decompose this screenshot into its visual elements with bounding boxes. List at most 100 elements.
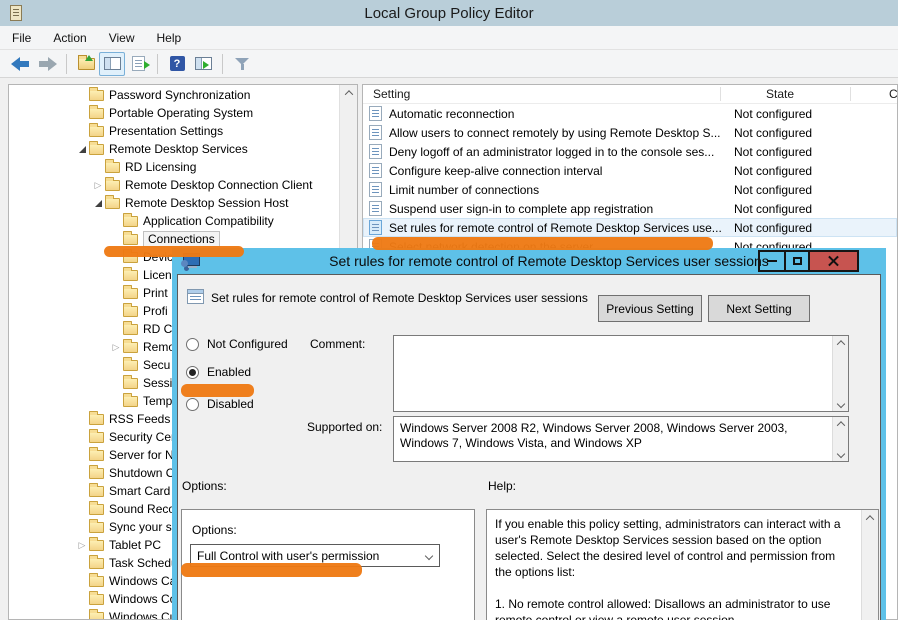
comment-scrollbar[interactable] (832, 336, 848, 411)
tree-item-remote-desktop-services[interactable]: Remote Desktop Services (9, 140, 338, 158)
back-button[interactable] (8, 52, 34, 76)
tree-item-remote-desktop-connection-client[interactable]: Remote Desktop Connection Client (9, 176, 338, 194)
radio-disabled[interactable]: Disabled (186, 396, 254, 412)
folder-icon (89, 540, 104, 551)
menu-view[interactable]: View (109, 31, 135, 45)
folder-icon (89, 594, 104, 605)
column-header-state[interactable]: State (766, 87, 794, 101)
scroll-up-button[interactable] (862, 510, 878, 526)
next-setting-button[interactable]: Next Setting (708, 295, 810, 322)
setting-row-automatic-reconnection[interactable]: Automatic reconnectionNot configured (363, 104, 897, 123)
radio-button-icon[interactable] (186, 398, 199, 411)
person-icon (181, 260, 188, 267)
comment-textbox[interactable] (393, 335, 849, 412)
close-button[interactable] (808, 252, 857, 270)
minimize-button[interactable] (760, 252, 784, 270)
expander-spacer (109, 268, 123, 282)
new-window-button[interactable] (190, 52, 216, 76)
filter-button[interactable] (229, 52, 255, 76)
folder-icon (123, 342, 138, 353)
setting-row-deny-logoff-of-an-administrator-logged-in-to-the-console-ses[interactable]: Deny logoff of an administrator logged i… (363, 142, 897, 161)
expanded-expander-icon[interactable] (91, 196, 105, 210)
chevron-up-icon (866, 515, 874, 523)
setting-name: Limit number of connections (389, 183, 539, 197)
folder-icon (89, 432, 104, 443)
column-separator[interactable] (720, 87, 721, 101)
tree-scroll-up-button[interactable] (340, 85, 357, 101)
tree-item-portable-operating-system[interactable]: Portable Operating System (9, 104, 338, 122)
column-header-comment[interactable]: C (889, 87, 898, 101)
setting-state: Not configured (734, 164, 812, 178)
folder-icon (123, 324, 138, 335)
expander-spacer (75, 610, 89, 620)
collapsed-expander-icon[interactable] (91, 178, 105, 192)
help-button[interactable] (164, 52, 190, 76)
tree-item-remote-desktop-session-host[interactable]: Remote Desktop Session Host (9, 194, 338, 212)
radio-button-icon[interactable] (186, 366, 199, 379)
collapsed-expander-icon[interactable] (75, 538, 89, 552)
dialog-window-controls (758, 250, 859, 272)
expander-spacer (109, 232, 123, 246)
setting-row-set-rules-for-remote-control-of-remote-desktop-services-use[interactable]: Set rules for remote control of Remote D… (363, 218, 897, 237)
tree-item-label: RSS Feeds (109, 412, 170, 426)
tree-item-password-synchronization[interactable]: Password Synchronization (9, 86, 338, 104)
dialog-title-bar[interactable]: Set rules for remote control of Remote D… (172, 248, 886, 274)
expanded-expander-icon[interactable] (75, 142, 89, 156)
setting-row-configure-keep-alive-connection-interval[interactable]: Configure keep-alive connection interval… (363, 161, 897, 180)
menu-file[interactable]: File (12, 31, 31, 45)
supported-on-scrollbar[interactable] (832, 417, 848, 461)
folder-icon (123, 360, 138, 371)
expander-spacer (75, 88, 89, 102)
tree-item-label: Shutdown O (109, 466, 175, 480)
menu-action[interactable]: Action (53, 31, 86, 45)
radio-enabled[interactable]: Enabled (186, 364, 251, 380)
radio-not-configured[interactable]: Not Configured (186, 336, 288, 352)
previous-setting-button[interactable]: Previous Setting (598, 295, 702, 322)
radio-button-icon[interactable] (186, 338, 199, 351)
folder-icon (89, 108, 104, 119)
folder-icon (105, 198, 120, 209)
tree-item-application-compatibility[interactable]: Application Compatibility (9, 212, 338, 230)
maximize-icon (793, 257, 802, 265)
tree-item-label: Sessi (143, 376, 172, 390)
folder-icon (105, 162, 120, 173)
scroll-up-button[interactable] (833, 336, 848, 350)
folder-icon (89, 612, 104, 620)
group-policy-scroll-icon (10, 5, 22, 21)
tree-item-presentation-settings[interactable]: Presentation Settings (9, 122, 338, 140)
tree-item-label: Sound Reco (109, 502, 175, 516)
help-section-label: Help: (488, 479, 516, 493)
tree-item-label: Presentation Settings (109, 124, 223, 138)
column-separator[interactable] (850, 87, 851, 101)
folder-icon (123, 270, 138, 281)
collapsed-expander-icon[interactable] (109, 340, 123, 354)
console-tree-button[interactable] (99, 52, 125, 76)
up-one-level-button[interactable] (73, 52, 99, 76)
policy-document-icon (369, 125, 382, 140)
forward-button[interactable] (34, 52, 60, 76)
scroll-down-button[interactable] (833, 397, 848, 411)
export-list-button[interactable] (125, 52, 151, 76)
scroll-down-button[interactable] (833, 447, 848, 461)
chevron-down-icon (836, 450, 844, 458)
setting-row-allow-users-to-connect-remotely-by-using-remote-desktop-s[interactable]: Allow users to connect remotely by using… (363, 123, 897, 142)
tree-item-label: Secu (143, 358, 170, 372)
setting-row-suspend-user-sign-in-to-complete-app-registration[interactable]: Suspend user sign-in to complete app reg… (363, 199, 897, 218)
setting-row-limit-number-of-connections[interactable]: Limit number of connectionsNot configure… (363, 180, 897, 199)
filter-icon (234, 56, 250, 72)
tree-item-label: Temp (143, 394, 172, 408)
supported-on-value: Windows Server 2008 R2, Windows Server 2… (400, 421, 828, 451)
tree-item-rd-licensing[interactable]: RD Licensing (9, 158, 338, 176)
help-scrollbar[interactable] (861, 510, 878, 620)
supported-on-textbox[interactable]: Windows Server 2008 R2, Windows Server 2… (393, 416, 849, 462)
chevron-up-icon (836, 421, 844, 429)
expander-spacer (91, 160, 105, 174)
column-header-setting[interactable]: Setting (373, 87, 410, 101)
scroll-up-button[interactable] (833, 417, 848, 431)
expander-spacer (75, 502, 89, 516)
setting-name: Automatic reconnection (389, 107, 514, 121)
tree-item-label: Security Cer (109, 430, 175, 444)
maximize-button[interactable] (784, 252, 808, 270)
menu-help[interactable]: Help (157, 31, 182, 45)
folder-icon (123, 234, 138, 245)
